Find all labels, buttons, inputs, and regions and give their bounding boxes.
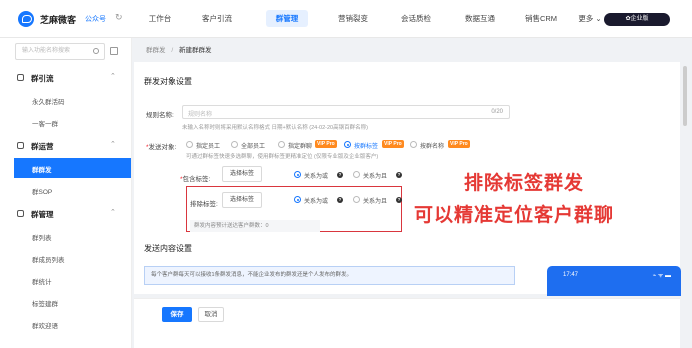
rule-name-hint: 未输入名称时则将采用默认名称格式 日期+默认名称 (24-02-20高钢百群名称…: [182, 125, 368, 131]
rule-name-input[interactable]: 规则名称 0/20: [182, 105, 510, 119]
radio-all-staff[interactable]: [231, 141, 238, 148]
cancel-button[interactable]: 取消: [198, 307, 224, 322]
nav-customer-acquisition[interactable]: 客户引流: [182, 0, 252, 38]
char-counter: 0/20: [491, 109, 503, 115]
phone-preview: 17:47 ⌁ ᯤ ▬: [547, 266, 681, 296]
exclude-relation-or-radio[interactable]: [294, 196, 301, 203]
breadcrumb-separator: /: [171, 47, 174, 54]
radio-specified-groups[interactable]: [278, 141, 285, 148]
main-nav: 工作台 客户引流 群管理 营销裂变 会话质检 数据互通 销售CRM 更多 ⌄: [138, 0, 610, 38]
nav-sales-crm[interactable]: 销售CRM: [512, 0, 570, 38]
phone-status-icons: ⌁ ᯤ ▬: [652, 273, 671, 279]
refresh-icon[interactable]: ↻: [115, 12, 123, 23]
sidebar-item-group-stats[interactable]: 群统计: [0, 270, 131, 290]
target-label: *发送对象:: [146, 144, 177, 151]
chevron-up-icon: ⌃: [110, 73, 116, 80]
estimated-group-count: 群发内容预计送达客户群数：0: [190, 220, 320, 232]
help-icon[interactable]: ?: [396, 172, 402, 178]
sidebar-item-one-customer-one-group[interactable]: 一客一群: [0, 112, 131, 132]
sidebar-search-input[interactable]: 输入功能名称搜索: [15, 43, 105, 60]
include-relation-or-radio[interactable]: [294, 171, 301, 178]
sidebar-item-group-welcome[interactable]: 群欢迎语: [0, 314, 131, 334]
include-tags-label: *包含标签:: [180, 176, 211, 183]
collapse-sidebar-icon[interactable]: [110, 47, 118, 55]
search-icon: [93, 48, 99, 54]
breadcrumb: 群群发 / 新建群群发: [146, 44, 211, 54]
sidebar-group-group-acquisition[interactable]: 群引流 ⌃: [0, 70, 132, 86]
help-icon[interactable]: ?: [396, 197, 402, 203]
section-title-target: 群发对象设置: [144, 77, 192, 86]
chevron-up-icon: ⌃: [110, 141, 116, 148]
sidebar-item-group-broadcast[interactable]: 群群发: [14, 158, 131, 178]
manage-icon: [17, 210, 24, 217]
brand-name[interactable]: 芝麻微客: [40, 13, 76, 26]
help-icon[interactable]: ?: [337, 197, 343, 203]
rule-name-label: 规则名称:: [146, 112, 174, 119]
exclude-select-tags-button[interactable]: 选择标签: [222, 192, 262, 208]
exclude-relation-and-radio[interactable]: [353, 196, 360, 203]
exclude-tags-label: 排除标签:: [190, 201, 218, 208]
chevron-up-icon: ⌃: [110, 209, 116, 216]
target-hint: 可通过群标签快速多选群聊，使用群标签更精准定位 (仅限专业版及企业版客户): [186, 154, 379, 160]
user-icon: [17, 74, 24, 81]
vip-pro-badge: VIP Pro: [315, 140, 337, 148]
form-panel: 群发对象设置 规则名称: 规则名称 0/20 未输入名称时则将采用默认名称格式 …: [134, 62, 680, 294]
scrollbar[interactable]: [683, 66, 687, 126]
phone-time: 17:47: [563, 272, 579, 278]
broadcast-limit-notice: 每个客户群每天可以接收1条群发消息，不能企业发布的群发还是个人发布的群发。: [144, 266, 515, 285]
sidebar-item-tag-group[interactable]: 标签建群: [0, 292, 131, 312]
nav-marketing[interactable]: 营销裂变: [322, 0, 384, 38]
include-select-tags-button[interactable]: 选择标签: [222, 166, 262, 182]
radio-specified-staff[interactable]: [186, 141, 193, 148]
help-icon[interactable]: ?: [337, 172, 343, 178]
nav-workbench[interactable]: 工作台: [138, 0, 182, 38]
section-title-content: 发送内容设置: [144, 244, 192, 253]
sidebar-item-member-list[interactable]: 群成员列表: [0, 248, 131, 268]
sidebar-item-permanent-qrcode[interactable]: 永久群活码: [0, 90, 131, 110]
chat-icon: [17, 142, 24, 149]
sidebar-group-group-operations[interactable]: 群运营 ⌃: [0, 138, 132, 154]
include-relation-and-radio[interactable]: [353, 171, 360, 178]
sidebar: 输入功能名称搜索 群引流 ⌃ 永久群活码 一客一群 群运营 ⌃ 群群发 群SOP…: [0, 38, 132, 348]
vip-pro-badge: VIP Pro: [382, 140, 404, 148]
nav-data-sync[interactable]: 数据互通: [448, 0, 512, 38]
top-navbar: 芝麻微客 公众号 ↻ 工作台 客户引流 群管理 营销裂变 会话质检 数据互通 销…: [0, 0, 692, 38]
breadcrumb-parent[interactable]: 群群发: [146, 47, 166, 54]
radio-by-group-tag[interactable]: [344, 141, 351, 148]
nav-chat-audit[interactable]: 会话质检: [384, 0, 448, 38]
sidebar-group-group-management[interactable]: 群管理 ⌃: [0, 206, 132, 222]
enterprise-badge[interactable]: ✿企业版: [604, 13, 670, 26]
form-footer: 保存 取消: [134, 298, 680, 348]
nav-group-management[interactable]: 群管理: [252, 0, 322, 38]
radio-by-group-name[interactable]: [410, 141, 417, 148]
breadcrumb-current: 新建群群发: [178, 47, 212, 54]
sidebar-item-group-list[interactable]: 群列表: [0, 226, 131, 246]
vip-pro-badge: VIP Pro: [448, 140, 470, 148]
sidebar-item-group-sop[interactable]: 群SOP: [0, 180, 131, 200]
brand-logo-icon[interactable]: [18, 11, 34, 27]
save-button[interactable]: 保存: [162, 307, 192, 322]
annotation-line-2: 可以精准定位客户群聊: [414, 205, 615, 226]
account-type-label[interactable]: 公众号: [85, 14, 106, 24]
annotation-line-1: 排除标签群发: [464, 173, 585, 194]
